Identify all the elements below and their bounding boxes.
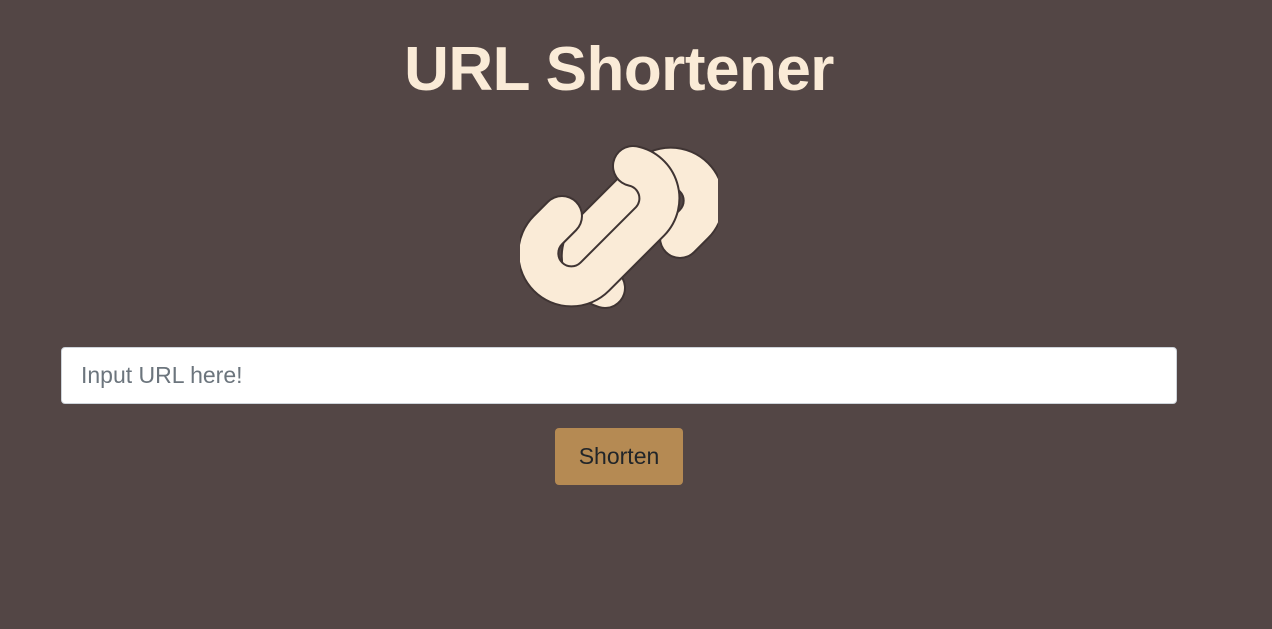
url-input[interactable]	[61, 347, 1177, 404]
link-icon	[520, 128, 718, 326]
page-title: URL Shortener	[404, 35, 834, 104]
shorten-button[interactable]: Shorten	[555, 428, 683, 485]
